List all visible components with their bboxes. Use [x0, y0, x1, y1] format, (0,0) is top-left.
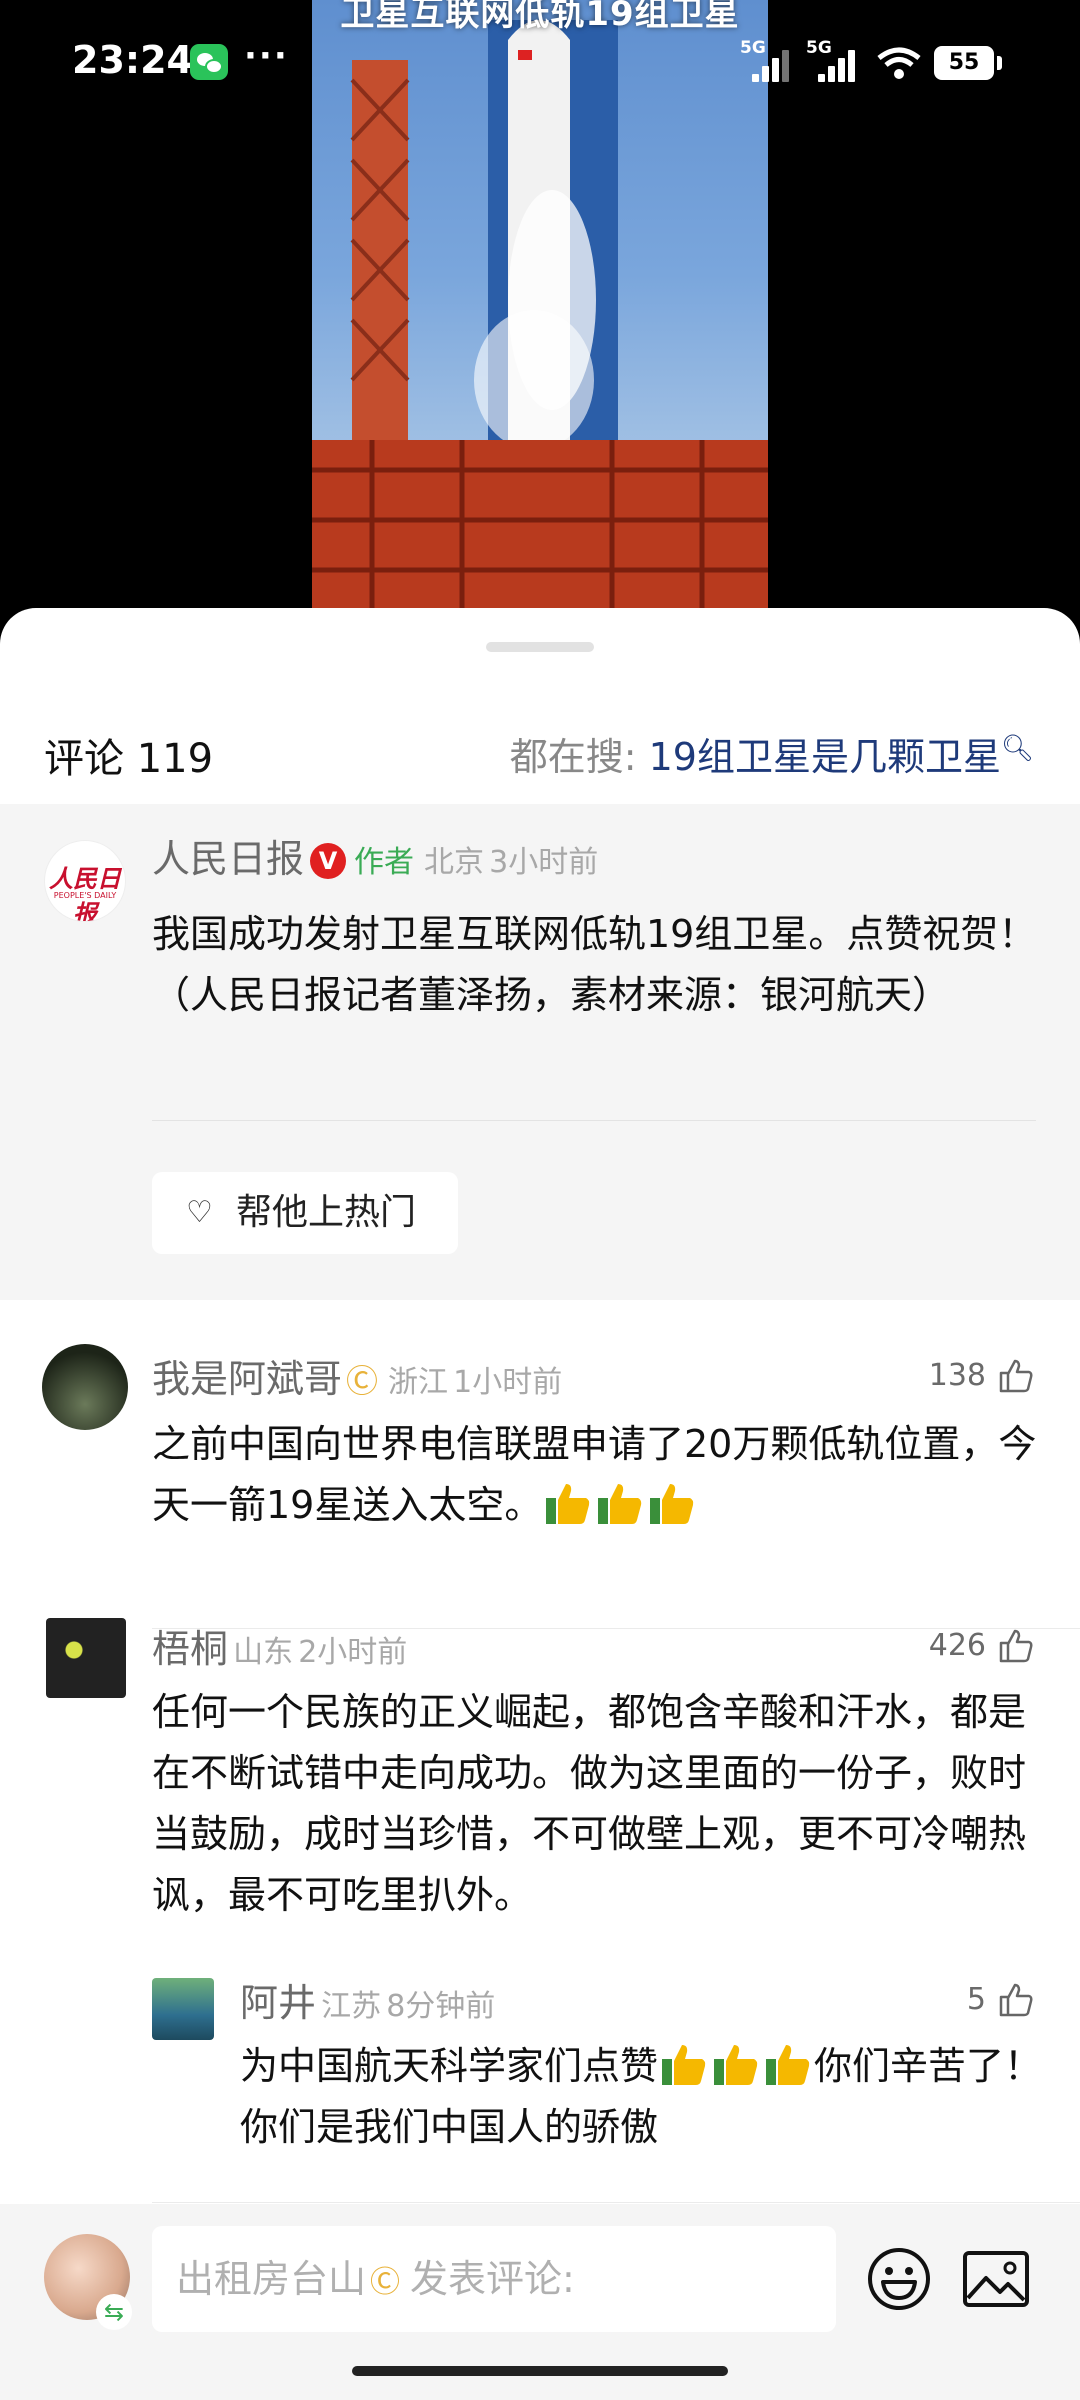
comment-header: 评论 119 都在搜: 19组卫星是几颗卫星🔍︎: [0, 688, 1080, 804]
author-name-line: 人民日报 V 作者 北京 3小时前: [152, 828, 598, 883]
comment-text: 之前中国向世界电信联盟申请了20万颗低轨位置，今天一箭19星送入太空。: [152, 1414, 1052, 1536]
user-name[interactable]: 我是阿斌哥: [152, 1357, 342, 1401]
wifi-icon: [877, 47, 921, 79]
battery-icon: 55: [934, 46, 1002, 80]
comment-text-content: 之前中国向世界电信联盟申请了20万颗低轨位置，今天一箭19星送入太空。: [152, 1422, 1037, 1527]
thumbs-up-emoji-icon: [662, 2045, 706, 2085]
thumbs-up-emoji-icon: [714, 2045, 758, 2085]
divider: [152, 1120, 1036, 1121]
drag-handle[interactable]: [486, 642, 594, 652]
like-count: 138: [928, 1358, 986, 1393]
comment-text: 任何一个民族的正义崛起，都饱含辛酸和汗水，都是在不断试错中走向成功。做为这里面的…: [152, 1690, 1027, 1917]
author-comment: 人民日报 PEOPLE'S DAILY 人民日报 V 作者 北京 3小时前 我国成功发…: [0, 804, 1080, 1300]
like-count: 5: [966, 1982, 986, 2017]
avatar[interactable]: 人民日报 PEOPLE'S DAILY: [44, 840, 126, 922]
comment-placeholder: 发表评论:: [410, 2257, 575, 2301]
heart-icon: ♡: [186, 1195, 213, 1230]
user-name[interactable]: 阿井: [240, 1981, 316, 2025]
more-dots-icon: ···: [244, 36, 289, 76]
comment-input[interactable]: 出租房台山 Ⓒ 发表评论:: [152, 2226, 836, 2332]
reply-text: 为中国航天科学家们点赞 你们辛苦了！你们是我们中国人的骄傲: [240, 2036, 1052, 2158]
comment-time: 1小时前: [453, 1365, 563, 1400]
thumbs-up-emoji-icon: [766, 2045, 810, 2085]
wechat-icon: [190, 44, 228, 80]
comment-time: 8分钟前: [386, 1989, 496, 2024]
boost-button[interactable]: ♡ 帮他上热门: [152, 1172, 458, 1254]
reply-text-before: 为中国航天科学家们点赞: [240, 2044, 659, 2088]
boost-button-label: 帮他上热门: [236, 1192, 417, 1233]
home-bar: [0, 2344, 1080, 2400]
avatar[interactable]: [46, 1618, 126, 1698]
thumbs-up-icon[interactable]: [998, 1982, 1034, 2018]
divider: [152, 2202, 1080, 2203]
comment-time: 3小时前: [489, 845, 599, 880]
like-count: 426: [928, 1628, 986, 1663]
search-query: 19组卫星是几颗卫星: [648, 735, 1001, 779]
comment-item: 我是阿斌哥 Ⓒ 浙江 1小时前 138 之前中国向世界电信联盟申请了20万颗低轨位置…: [0, 1344, 1080, 1644]
user-name[interactable]: 梧桐: [152, 1627, 228, 1671]
avatar[interactable]: [42, 1344, 128, 1430]
comment-location: 北京: [424, 845, 485, 880]
comment-count: 评论 119: [44, 736, 214, 782]
comment-name-line: 我是阿斌哥 Ⓒ 浙江 1小时前: [152, 1348, 562, 1403]
reply-name-line: 阿井 江苏 8分钟前: [240, 1972, 495, 2027]
comment-location: 山东: [233, 1635, 294, 1670]
thumbs-up-emoji-icon: [546, 1484, 590, 1524]
comment-location: 江苏: [321, 1989, 382, 2024]
author-tag: 作者: [354, 845, 415, 880]
fan-badge-icon: Ⓒ: [346, 1362, 379, 1400]
trending-search-link[interactable]: 都在搜: 19组卫星是几颗卫星🔍︎: [510, 726, 1034, 781]
comment-input-bar: ⇆ 出租房台山 Ⓒ 发表评论:: [0, 2204, 1080, 2344]
search-prefix: 都在搜:: [509, 735, 637, 779]
user-name[interactable]: 人民日报: [152, 837, 304, 881]
fan-badge-icon: Ⓒ: [370, 2265, 401, 2300]
image-icon[interactable]: [962, 2250, 1030, 2308]
comment-sheet: 评论 119 都在搜: 19组卫星是几颗卫星🔍︎ 人民日报 PEOPLE'S D…: [0, 608, 1080, 2400]
search-icon: 🔍︎: [1000, 733, 1034, 764]
thumbs-up-icon[interactable]: [998, 1358, 1034, 1394]
avatar[interactable]: [152, 1978, 214, 2040]
comment-location: 浙江: [388, 1365, 449, 1400]
thumbs-up-icon[interactable]: [998, 1628, 1034, 1664]
comment-name-line: 梧桐 山东 2小时前: [152, 1618, 407, 1673]
emoji-icon[interactable]: [866, 2246, 932, 2312]
status-bar: 23:24 ··· 5G 5G 55: [0, 0, 1080, 120]
thumbs-up-emoji-icon: [650, 1484, 694, 1524]
thumbs-up-emoji-icon: [598, 1484, 642, 1524]
comment-text: 我国成功发射卫星互联网低轨19组卫星。点赞祝贺！（人民日报记者董泽扬，素材来源：…: [152, 912, 1037, 1017]
home-indicator[interactable]: [352, 2366, 728, 2376]
switch-account-icon[interactable]: ⇆: [96, 2294, 132, 2330]
commenter-nickname: 出租房台山: [176, 2257, 367, 2301]
verified-icon: V: [310, 843, 347, 879]
comment-time: 2小时前: [298, 1635, 408, 1670]
status-time: 23:24: [72, 38, 193, 82]
